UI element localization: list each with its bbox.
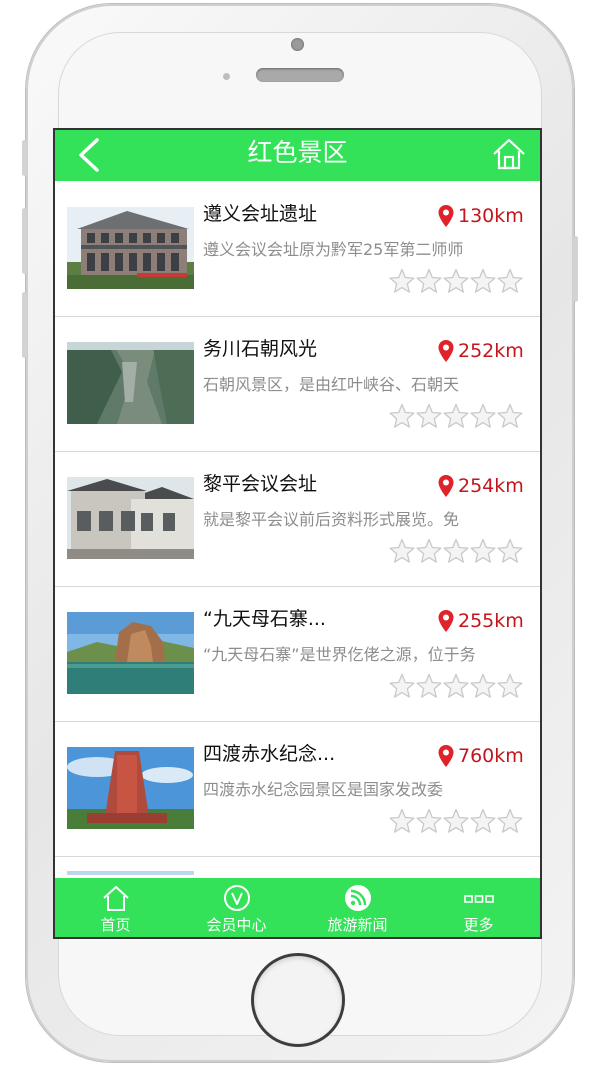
star-rating: [389, 402, 525, 430]
spot-name: 黎平会议会址: [203, 473, 318, 495]
star-icon: [497, 673, 523, 698]
list-item[interactable]: 遵义会址遗址 130km 遵义会议会址原为黔军25军第二师师: [55, 181, 540, 317]
star-icon: [443, 538, 469, 563]
star-icon: [389, 808, 415, 833]
vip-icon: [224, 885, 250, 911]
volume-up-button: [22, 208, 27, 274]
volume-down-button: [22, 292, 27, 358]
spot-name: 务川石朝风光: [203, 338, 318, 360]
star-icon: [443, 268, 469, 293]
star-icon: [470, 808, 496, 833]
star-icon: [443, 673, 469, 698]
power-button: [573, 236, 578, 302]
spot-distance: 255km: [458, 610, 524, 632]
star-icon: [416, 808, 442, 833]
spot-description: “九天母石寨”是世界仡佬之源，位于务: [203, 645, 476, 664]
star-icon: [497, 538, 523, 563]
star-icon: [389, 673, 415, 698]
spot-name: “九天母石寨...: [203, 608, 326, 630]
star-rating: [389, 672, 525, 700]
app-screen: 红色景区 遵义会址遗址 130km 遵义会议会址原为黔军25军第二师师 务川石朝…: [55, 130, 540, 937]
spot-name: 遵义会址遗址: [203, 203, 318, 225]
home-button[interactable]: [254, 956, 342, 1044]
front-camera: [291, 38, 304, 51]
spot-thumbnail: [67, 871, 194, 875]
spot-description: 就是黎平会议前后资料形式展览。免: [203, 510, 460, 529]
tab-member-center[interactable]: 会员中心: [176, 878, 297, 937]
spot-description: 石朝风景区，是由红叶峡谷、石朝天: [203, 375, 460, 394]
spot-distance: 254km: [458, 475, 524, 497]
spot-description: 遵义会议会址原为黔军25军第二师师: [203, 240, 464, 259]
location-pin-icon: [438, 205, 454, 227]
tab-travel-news[interactable]: 旅游新闻: [297, 878, 418, 937]
spot-description: 四渡赤水纪念园景区是国家发改委: [203, 780, 444, 799]
location-pin-icon: [438, 610, 454, 632]
spot-thumbnail: [67, 207, 194, 289]
star-icon: [470, 268, 496, 293]
spot-name: 四渡赤水纪念...: [203, 743, 336, 765]
star-icon: [497, 268, 523, 293]
spot-thumbnail: [67, 612, 194, 694]
star-rating: [389, 807, 525, 835]
star-icon: [389, 403, 415, 428]
earpiece-speaker: [256, 68, 344, 82]
tab-more[interactable]: 更多: [418, 878, 539, 937]
spot-thumbnail: [67, 747, 194, 829]
tab-label: 会员中心: [206, 916, 267, 934]
tab-bar: 首页 会员中心 旅游新闻 更多: [55, 878, 540, 937]
star-icon: [497, 403, 523, 428]
star-icon: [416, 403, 442, 428]
star-icon: [416, 538, 442, 563]
tab-home[interactable]: 首页: [55, 878, 176, 937]
spot-distance: 760km: [458, 745, 524, 767]
star-icon: [416, 673, 442, 698]
list-item[interactable]: 黎平会议会址 254km 就是黎平会议前后资料形式展览。免: [55, 451, 540, 587]
scenic-spot-list: 遵义会址遗址 130km 遵义会议会址原为黔军25军第二师师 务川石朝风光 25…: [55, 181, 540, 878]
proximity-sensor: [223, 73, 230, 80]
star-icon: [443, 403, 469, 428]
list-item[interactable]: 务川石朝风光 252km 石朝风景区，是由红叶峡谷、石朝天: [55, 316, 540, 452]
list-item[interactable]: 四渡赤水纪念... 760km 四渡赤水纪念园景区是国家发改委: [55, 721, 540, 857]
navigation-bar: 红色景区: [55, 130, 540, 181]
spot-thumbnail: [67, 342, 194, 424]
more-icon: [464, 895, 494, 903]
location-pin-icon: [438, 745, 454, 767]
tab-label: 首页: [100, 916, 131, 934]
star-icon: [470, 403, 496, 428]
star-rating: [389, 267, 525, 295]
spot-distance: 130km: [458, 205, 524, 227]
location-pin-icon: [438, 475, 454, 497]
mute-switch: [22, 140, 27, 176]
home-icon: [103, 886, 129, 911]
home-icon[interactable]: [491, 136, 527, 172]
star-icon: [389, 268, 415, 293]
star-icon: [497, 808, 523, 833]
star-icon: [470, 673, 496, 698]
star-rating: [389, 537, 525, 565]
list-item[interactable]: “九天母石寨... 255km “九天母石寨”是世界仡佬之源，位于务: [55, 586, 540, 722]
star-icon: [443, 808, 469, 833]
partial-list-item: [55, 871, 540, 878]
spot-thumbnail: [67, 477, 194, 559]
star-icon: [416, 268, 442, 293]
star-icon: [470, 538, 496, 563]
tab-label: 更多: [463, 916, 494, 934]
tab-label: 旅游新闻: [327, 916, 388, 934]
page-title: 红色景区: [247, 138, 348, 167]
rss-icon: [345, 885, 371, 911]
location-pin-icon: [438, 340, 454, 362]
spot-distance: 252km: [458, 340, 524, 362]
star-icon: [389, 538, 415, 563]
